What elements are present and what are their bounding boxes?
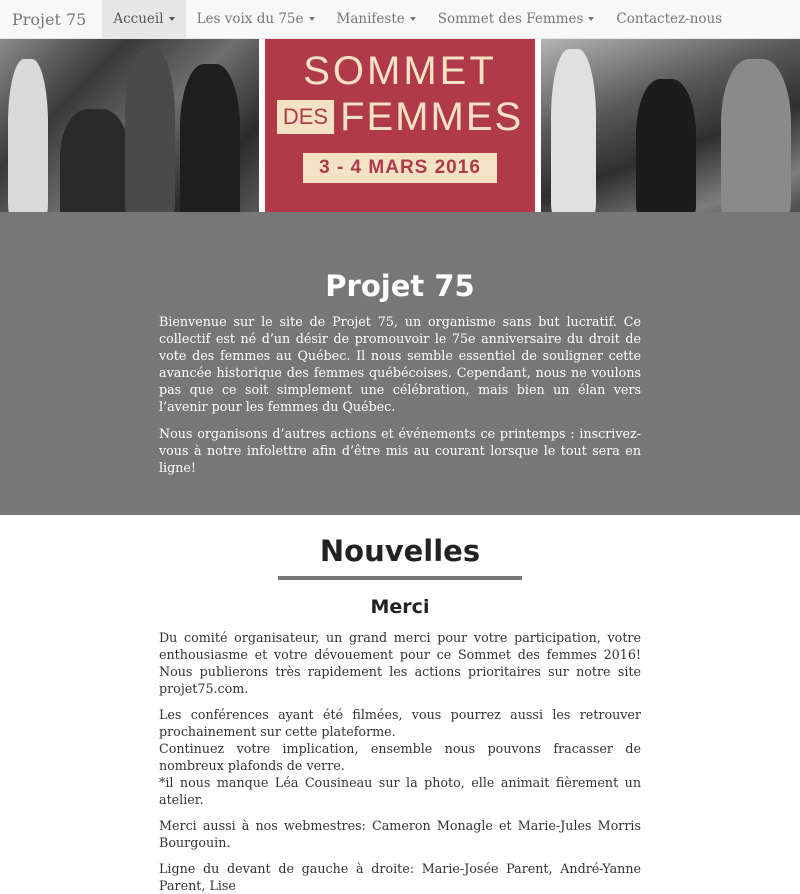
caret-down-icon [588,17,595,21]
article-line: *il nous manque Léa Cousineau sur la pho… [159,775,641,807]
article-paragraph: Merci aussi à nos webmestres: Cameron Mo… [159,818,641,850]
caret-down-icon [168,17,175,21]
nav-item-label: Contactez-nous [616,11,723,27]
intro-section: Projet 75 Bienvenue sur le site de Proje… [0,212,800,515]
article-paragraph: Ligne du devant de gauche à droite: Mari… [159,861,641,893]
poster-date: 3 - 4 MARS 2016 [303,153,497,183]
poster-title-line1: SOMMET [303,49,497,93]
historic-photo-left [0,39,259,212]
figure-shape [60,109,130,212]
poster-des: DES [276,100,335,134]
article-paragraph: Du comité organisateur, un grand merci p… [159,630,641,696]
figure-shape [721,59,791,212]
poster-femmes: FEMMES [340,95,524,139]
article-body: Du comité organisateur, un grand merci p… [159,629,641,894]
brand-link[interactable]: Projet 75 [0,0,98,38]
intro-paragraph: Bienvenue sur le site de Projet 75, un o… [159,314,641,414]
header-banner: SOMMET DES FEMMES 3 - 4 MARS 2016 [0,39,800,212]
figure-shape [180,64,240,212]
article-line: Continuez votre implication, ensemble no… [159,741,641,773]
caret-down-icon [409,17,416,21]
nav-item-label: Manifeste [336,11,405,27]
news-heading: Nouvelles [319,534,481,568]
news-section: Nouvelles Merci Du comité organisateur, … [0,515,800,894]
article-line: Les conférences ayant été filmées, vous … [159,707,641,739]
figure-shape [636,79,696,212]
nav-item-accueil[interactable]: Accueil [102,0,186,38]
nav-item-label: Accueil [113,11,164,27]
event-poster: SOMMET DES FEMMES 3 - 4 MARS 2016 [265,39,535,212]
figure-shape [125,49,175,212]
heading-divider [278,576,522,580]
nav-item-label: Les voix du 75e [196,11,304,27]
historic-photo-right [541,39,800,212]
caret-down-icon [308,17,315,21]
nav-item-voix[interactable]: Les voix du 75e [186,0,326,38]
article-paragraph: Les conférences ayant été filmées, vous … [159,706,641,808]
poster-title-line2: DES FEMMES [276,95,524,139]
article-title: Merci [370,596,430,618]
figure-shape [8,59,48,212]
top-navbar: Projet 75 Accueil Les voix du 75e Manife… [0,0,800,39]
nav-item-manifeste[interactable]: Manifeste [326,0,427,38]
nav-item-contact[interactable]: Contactez-nous [605,0,733,38]
figure-shape [551,49,596,212]
page-title: Projet 75 [325,269,475,303]
nav-item-label: Sommet des Femmes [437,11,584,27]
nav-item-sommet[interactable]: Sommet des Femmes [427,0,606,38]
intro-paragraph: Nous organisons d’autres actions et évén… [159,426,641,475]
